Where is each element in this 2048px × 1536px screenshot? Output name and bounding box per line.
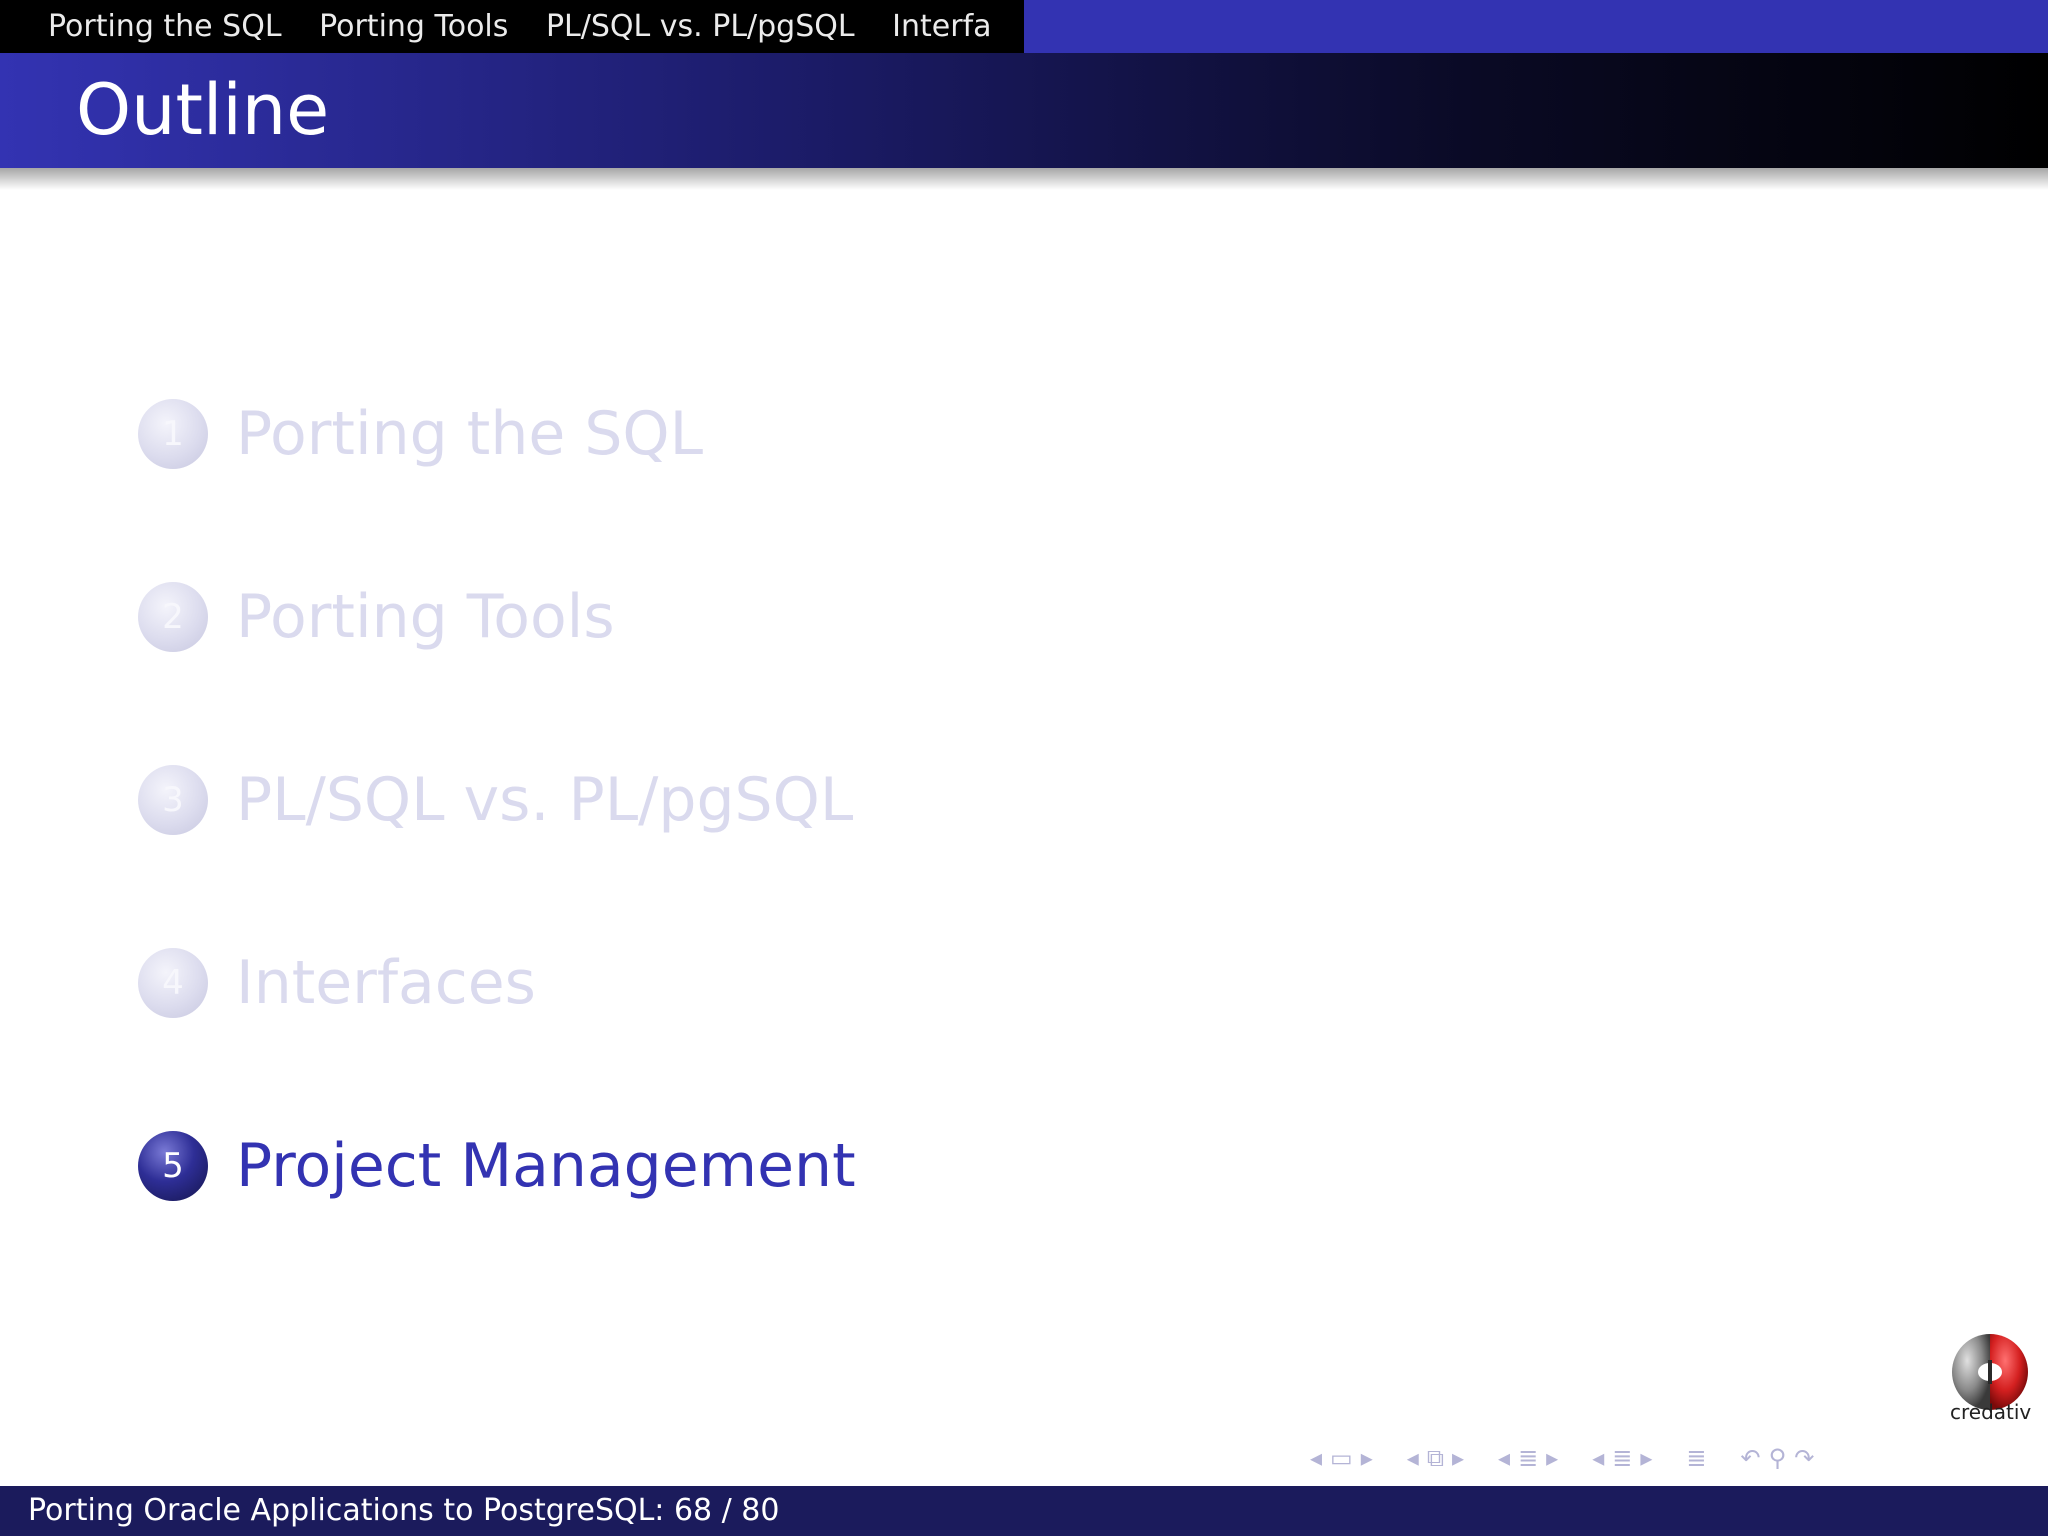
nav-section-interfaces[interactable]: Interfa: [892, 9, 991, 44]
next-section-icon[interactable]: ▸: [1546, 1440, 1558, 1476]
outline-item-label: PL/SQL vs. PL/pgSQL: [236, 765, 854, 835]
appendix-icon[interactable]: ≣: [1686, 1440, 1706, 1476]
section-list: Porting the SQL Porting Tools PL/SQL vs.…: [0, 0, 1024, 53]
title-bar-shadow: [0, 168, 2048, 190]
section-number-ball: 5: [138, 1131, 208, 1201]
frame-icon[interactable]: ▭: [1330, 1440, 1353, 1476]
next-frame-icon[interactable]: ▸: [1361, 1440, 1373, 1476]
section-number-ball: 4: [138, 948, 208, 1018]
outline-item-2[interactable]: 2 Porting Tools: [138, 577, 615, 657]
prev-frame-icon[interactable]: ◂: [1310, 1440, 1322, 1476]
section-navigation-bar: Porting the SQL Porting Tools PL/SQL vs.…: [0, 0, 2048, 53]
outline-item-1[interactable]: 1 Porting the SQL: [138, 394, 703, 474]
next-subsection-icon[interactable]: ▸: [1452, 1440, 1464, 1476]
outline-item-3[interactable]: 3 PL/SQL vs. PL/pgSQL: [138, 760, 853, 840]
subsection-icon[interactable]: ⧉: [1427, 1440, 1444, 1476]
footer-title-page: Porting Oracle Applications to PostgreSQ…: [28, 1493, 780, 1528]
nav-section-plsql-vs-plpgsql[interactable]: PL/SQL vs. PL/pgSQL: [546, 9, 855, 44]
section-icon[interactable]: ≣: [1518, 1440, 1538, 1476]
logo-text: credativ: [1950, 1400, 2032, 1424]
back-icon[interactable]: ↶: [1741, 1440, 1761, 1476]
section-number-ball: 2: [138, 582, 208, 652]
next-document-icon[interactable]: ▸: [1640, 1440, 1652, 1476]
forward-icon[interactable]: ↷: [1794, 1440, 1814, 1476]
navigation-symbols: ◂ ▭ ▸ ◂ ⧉ ▸ ◂ ≣ ▸ ◂ ≣ ▸ ≣ ↶ ⚲ ↷: [1310, 1440, 1814, 1476]
outline-item-label: Project Management: [236, 1131, 856, 1201]
nav-section-porting-sql[interactable]: Porting the SQL: [48, 9, 282, 44]
outline-item-label: Interfaces: [236, 948, 536, 1018]
prev-document-icon[interactable]: ◂: [1592, 1440, 1604, 1476]
outline-item-label: Porting Tools: [236, 582, 615, 652]
section-number-ball: 1: [138, 399, 208, 469]
document-icon[interactable]: ≣: [1612, 1440, 1632, 1476]
prev-subsection-icon[interactable]: ◂: [1407, 1440, 1419, 1476]
outline-item-4[interactable]: 4 Interfaces: [138, 943, 536, 1023]
search-icon[interactable]: ⚲: [1769, 1440, 1787, 1476]
frame-title: Outline: [76, 69, 330, 151]
section-number-ball: 3: [138, 765, 208, 835]
nav-section-porting-tools[interactable]: Porting Tools: [319, 9, 508, 44]
prev-section-icon[interactable]: ◂: [1498, 1440, 1510, 1476]
outline-item-label: Porting the SQL: [236, 399, 704, 469]
outline-item-5-current[interactable]: 5 Project Management: [138, 1126, 856, 1206]
